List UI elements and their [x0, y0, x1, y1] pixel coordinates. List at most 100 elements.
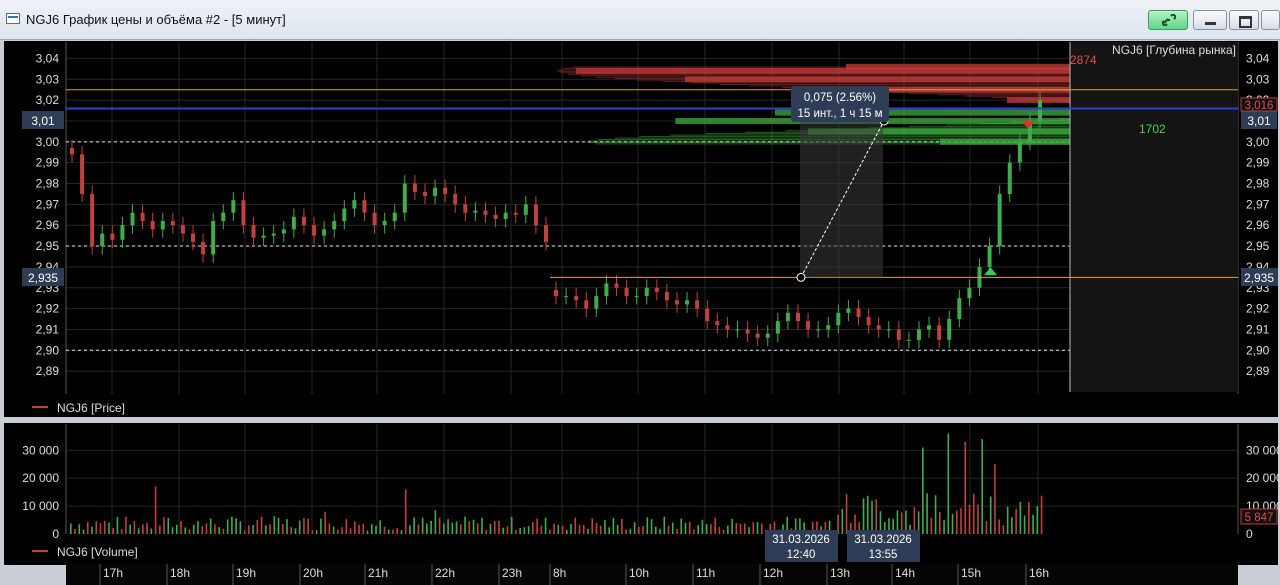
- seg2-candle-2: [574, 296, 579, 301]
- volume-bar-122: [587, 528, 589, 534]
- close-button[interactable]: [1261, 10, 1280, 30]
- y-tick-left-6: 2,95: [36, 239, 60, 253]
- volume-bar-23: [167, 517, 170, 534]
- link-button[interactable]: [1148, 10, 1188, 30]
- seg1-candle-35: [422, 191, 427, 197]
- volume-bar-55: [303, 518, 305, 534]
- volume-bar-104: [510, 516, 513, 534]
- volume-bar-217: [989, 496, 992, 534]
- seg1-candle-12: [191, 233, 196, 242]
- volume-bar-222: [1011, 517, 1013, 534]
- volume-bar-219: [998, 519, 1000, 534]
- chart-area[interactable]: 2,89 2,90 2,91 2,92 2,93 2,94 2,95 2,96 2,97 2,98…: [0, 40, 1280, 585]
- volume-bar-48: [273, 516, 276, 534]
- volume-bar-218: [994, 464, 996, 534]
- level-price-right: 2,935: [1244, 271, 1274, 285]
- maximize-button[interactable]: [1229, 10, 1259, 30]
- volume-bar-88: [443, 523, 445, 534]
- seg1-candle-14: [211, 221, 216, 255]
- volume-bar-21: [159, 525, 161, 534]
- volume-bar-61: [328, 523, 331, 534]
- time-tag-1-time: 12:40: [787, 549, 816, 561]
- volume-bar-109: [532, 521, 534, 534]
- volume-bar-203: [930, 517, 933, 534]
- volume-bar-74: [383, 526, 386, 534]
- volume-bar-37: [226, 519, 229, 534]
- volume-bar-146: [688, 521, 691, 534]
- volume-bar-72: [375, 525, 377, 534]
- volume-bar-223: [1015, 509, 1017, 534]
- volume-bar-42: [248, 525, 250, 534]
- y-tick-left-7: 2,96: [36, 218, 60, 232]
- volume-bar-1: [74, 528, 76, 534]
- seg1-candle-16: [231, 200, 236, 213]
- volume-bar-63: [337, 529, 339, 534]
- seg2-candle-30: [856, 308, 861, 317]
- volume-bar-188: [866, 495, 869, 534]
- volume-bar-51: [286, 519, 288, 534]
- y-tick-left-10: 2,99: [36, 156, 60, 170]
- volume-bar-131: [625, 529, 627, 534]
- seg2-candle-7: [624, 287, 629, 297]
- seg2-candle-33: [886, 329, 891, 331]
- volume-bar-22: [163, 517, 165, 534]
- seg2-candle-19: [745, 329, 750, 334]
- volume-bar-7: [99, 523, 102, 534]
- chart-window-icon: [6, 13, 20, 24]
- time-tag-2-time: 13:55: [869, 549, 898, 561]
- volume-legend: NGJ6 [Volume]: [57, 545, 138, 559]
- ruler-duration: 15 инт., 1 ч 15 м: [797, 108, 882, 120]
- seg1-candle-38: [453, 193, 458, 205]
- minimize-button[interactable]: [1193, 10, 1227, 30]
- seg1-candle-39: [463, 204, 468, 213]
- seg1-candle-47: [544, 225, 548, 242]
- ask-max-label: 2874: [1070, 53, 1097, 67]
- seg1-candle-29: [362, 200, 367, 213]
- volume-bar-53: [294, 528, 297, 534]
- volume-bar-44: [256, 519, 259, 534]
- volume-bar-49: [277, 517, 280, 534]
- seg2-candle-31: [866, 316, 871, 326]
- volume-bar-163: [760, 523, 763, 534]
- volume-bar-116: [561, 525, 564, 534]
- volume-bar-26: [180, 521, 182, 534]
- volume-bar-81: [413, 517, 415, 534]
- seg2-candle-11: [664, 291, 669, 301]
- seg2-candle-18: [735, 329, 740, 331]
- volume-bar-76: [392, 529, 394, 534]
- volume-bar-36: [222, 528, 225, 534]
- volume-bar-95: [472, 519, 475, 534]
- seg1-candle-28: [352, 200, 357, 209]
- volume-bar-210: [960, 508, 962, 534]
- volume-bar-208: [951, 514, 954, 534]
- volume-panel[interactable]: [4, 423, 1278, 565]
- seg1-candle-21: [281, 229, 286, 234]
- y-tick-right-1: 2,90: [1246, 343, 1270, 357]
- volume-bar-68: [358, 524, 360, 534]
- volume-bar-221: [1006, 506, 1009, 534]
- volume-bar-115: [557, 524, 560, 534]
- volume-bar-189: [871, 500, 873, 534]
- volume-bar-216: [985, 521, 988, 534]
- volume-bar-220: [1002, 525, 1005, 534]
- volume-bar-136: [646, 517, 649, 534]
- seg1-candle-2: [90, 193, 95, 247]
- seg1-candle-15: [221, 212, 226, 222]
- seg1-candle-20: [271, 233, 276, 236]
- volume-bar-212: [968, 504, 971, 534]
- volume-bar-124: [595, 522, 598, 534]
- volume-bar-153: [718, 527, 721, 534]
- volume-bar-34: [214, 524, 216, 534]
- x-tick-11: 13h: [830, 566, 850, 580]
- x-tick-14: 16h: [1029, 566, 1049, 580]
- seg2-candle-35: [906, 339, 911, 341]
- volume-bar-45: [260, 516, 263, 534]
- chart-canvas[interactable]: 2,892,902,912,922,932,942,952,962,972,98…: [0, 40, 1280, 585]
- seg2-candle-10: [654, 287, 659, 292]
- volume-bar-214: [977, 504, 979, 534]
- volume-bar-204: [934, 495, 937, 534]
- seg1-candle-3: [100, 233, 105, 247]
- seg1-candle-43: [503, 212, 508, 219]
- volume-bar-125: [599, 525, 602, 534]
- seg2-candle-29: [846, 308, 851, 313]
